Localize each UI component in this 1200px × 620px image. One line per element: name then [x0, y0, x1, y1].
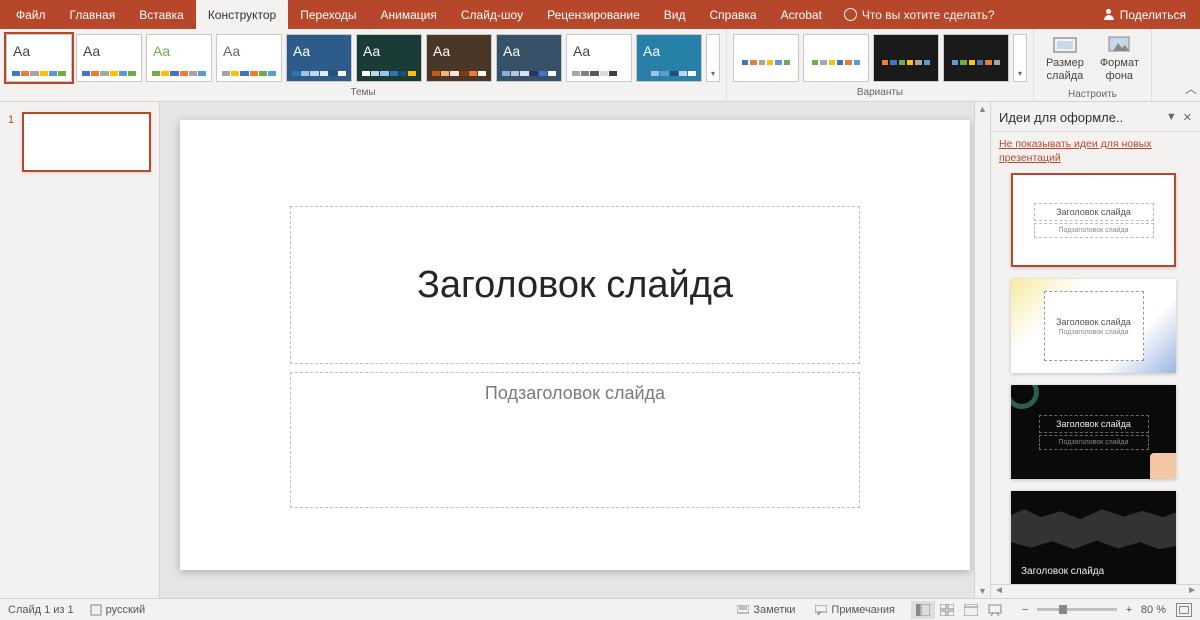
variants-group-label: Варианты — [727, 86, 1033, 101]
tab-acrobat[interactable]: Acrobat — [769, 0, 834, 29]
tab-home[interactable]: Главная — [58, 0, 128, 29]
slide-number: 1 — [8, 112, 18, 172]
tab-view[interactable]: Вид — [652, 0, 698, 29]
slide[interactable]: Заголовок слайда Подзаголовок слайда — [180, 120, 970, 570]
tab-transitions[interactable]: Переходы — [288, 0, 368, 29]
notes-button[interactable]: Заметки — [733, 604, 799, 616]
subtitle-placeholder-text: Подзаголовок слайда — [485, 383, 665, 404]
design-ideas-pane: Идеи для оформле.. ▼ ✕ Не показывать иде… — [990, 102, 1200, 598]
fit-to-window-button[interactable] — [1176, 603, 1192, 617]
design-idea-4[interactable]: Заголовок слайда — [1011, 491, 1176, 584]
variant-thumb-3[interactable] — [943, 34, 1009, 82]
slide-canvas-area[interactable]: Заголовок слайда Подзаголовок слайда ▲▼ — [160, 102, 990, 598]
vertical-scrollbar[interactable]: ▲▼ — [974, 102, 990, 598]
slide-thumb-image[interactable] — [22, 112, 151, 172]
slide-counter[interactable]: Слайд 1 из 1 — [8, 604, 74, 616]
title-placeholder[interactable]: Заголовок слайда — [290, 206, 860, 364]
tab-review[interactable]: Рецензирование — [535, 0, 652, 29]
tell-me-placeholder: Что вы хотите сделать? — [862, 8, 995, 22]
person-icon — [1103, 9, 1115, 21]
format-background-label: Формат фона — [1100, 57, 1139, 82]
slide-thumbnail-1[interactable]: 1 — [8, 112, 151, 172]
pane-options-button[interactable]: ▼ — [1166, 111, 1177, 124]
themes-more-button[interactable]: ▾ — [706, 34, 720, 82]
design-ideas-hscroll[interactable]: ◄► — [991, 584, 1200, 598]
pane-close-button[interactable]: ✕ — [1183, 111, 1192, 124]
theme-thumb-9[interactable]: Aa — [636, 34, 702, 82]
zoom-slider[interactable] — [1037, 608, 1117, 611]
collapse-ribbon-button[interactable]: ︿ — [1182, 29, 1200, 101]
tab-animations[interactable]: Анимация — [369, 0, 449, 29]
view-buttons — [911, 601, 1007, 619]
comments-button[interactable]: Примечания — [811, 604, 899, 616]
sorter-view-button[interactable] — [935, 601, 959, 619]
title-placeholder-text: Заголовок слайда — [417, 264, 733, 307]
slide-size-icon — [1053, 35, 1077, 55]
ribbon-group-variants: ▾ Варианты — [727, 29, 1034, 101]
language-button[interactable]: русский — [86, 604, 149, 616]
tell-me-search[interactable]: Что вы хотите сделать? — [834, 0, 1005, 29]
lightbulb-icon — [844, 8, 857, 21]
zoom-out-button[interactable]: − — [1019, 604, 1031, 616]
zoom-control: − + 80 % — [1019, 603, 1192, 617]
workspace: 1 Заголовок слайда Подзаголовок слайда ▲… — [0, 102, 1200, 598]
slide-thumbnail-panel[interactable]: 1 — [0, 102, 160, 598]
share-label: Поделиться — [1120, 8, 1186, 22]
variant-thumb-0[interactable] — [733, 34, 799, 82]
theme-thumb-6[interactable]: Aa — [426, 34, 492, 82]
design-ideas-header: Идеи для оформле.. ▼ ✕ — [991, 102, 1200, 132]
theme-thumb-0[interactable]: Aa — [6, 34, 72, 82]
spellcheck-icon — [90, 604, 102, 616]
theme-thumb-7[interactable]: Aa — [496, 34, 562, 82]
tab-insert[interactable]: Вставка — [127, 0, 196, 29]
slideshow-view-button[interactable] — [983, 601, 1007, 619]
ribbon-group-customize: Размер слайда Формат фона Настроить — [1034, 29, 1152, 101]
comments-icon — [815, 605, 827, 615]
menu-bar: Файл Главная Вставка Конструктор Переход… — [0, 0, 1200, 29]
theme-thumb-4[interactable]: Aa — [286, 34, 352, 82]
share-button[interactable]: Поделиться — [1089, 0, 1200, 29]
design-ideas-title: Идеи для оформле.. — [999, 110, 1166, 125]
normal-view-button[interactable] — [911, 601, 935, 619]
variant-thumb-1[interactable] — [803, 34, 869, 82]
design-idea-1[interactable]: Заголовок слайда Подзаголовок слайда — [1011, 173, 1176, 267]
format-background-icon — [1107, 35, 1131, 55]
status-bar: Слайд 1 из 1 русский Заметки Примечания … — [0, 598, 1200, 620]
design-idea-3[interactable]: Заголовок слайда Подзаголовок слайда — [1011, 385, 1176, 479]
theme-thumb-5[interactable]: Aa — [356, 34, 422, 82]
theme-thumb-8[interactable]: Aa — [566, 34, 632, 82]
design-idea-2[interactable]: Заголовок слайдаПодзаголовок слайда — [1011, 279, 1176, 373]
reading-view-button[interactable] — [959, 601, 983, 619]
variant-thumb-2[interactable] — [873, 34, 939, 82]
ribbon-group-themes: AaAaAaAaAaAaAaAaAaAa▾ Темы — [0, 29, 727, 101]
subtitle-placeholder[interactable]: Подзаголовок слайда — [290, 372, 860, 508]
tab-design[interactable]: Конструктор — [196, 0, 288, 29]
themes-group-label: Темы — [0, 86, 726, 101]
variants-more-button[interactable]: ▾ — [1013, 34, 1027, 82]
zoom-value[interactable]: 80 % — [1141, 604, 1166, 616]
notes-icon — [737, 605, 749, 615]
tab-help[interactable]: Справка — [697, 0, 768, 29]
design-ideas-list[interactable]: Заголовок слайда Подзаголовок слайда Заг… — [991, 173, 1200, 584]
tab-file[interactable]: Файл — [4, 0, 58, 29]
theme-thumb-1[interactable]: Aa — [76, 34, 142, 82]
tab-slideshow[interactable]: Слайд-шоу — [449, 0, 535, 29]
ribbon: AaAaAaAaAaAaAaAaAaAa▾ Темы ▾ Варианты Ра… — [0, 29, 1200, 102]
slide-size-button[interactable]: Размер слайда — [1040, 33, 1090, 84]
theme-thumb-2[interactable]: Aa — [146, 34, 212, 82]
slide-size-label: Размер слайда — [1046, 57, 1084, 82]
zoom-in-button[interactable]: + — [1123, 604, 1135, 616]
hide-ideas-link[interactable]: Не показывать идеи для новых презентаций — [991, 132, 1200, 173]
format-background-button[interactable]: Формат фона — [1094, 33, 1145, 84]
theme-thumb-3[interactable]: Aa — [216, 34, 282, 82]
